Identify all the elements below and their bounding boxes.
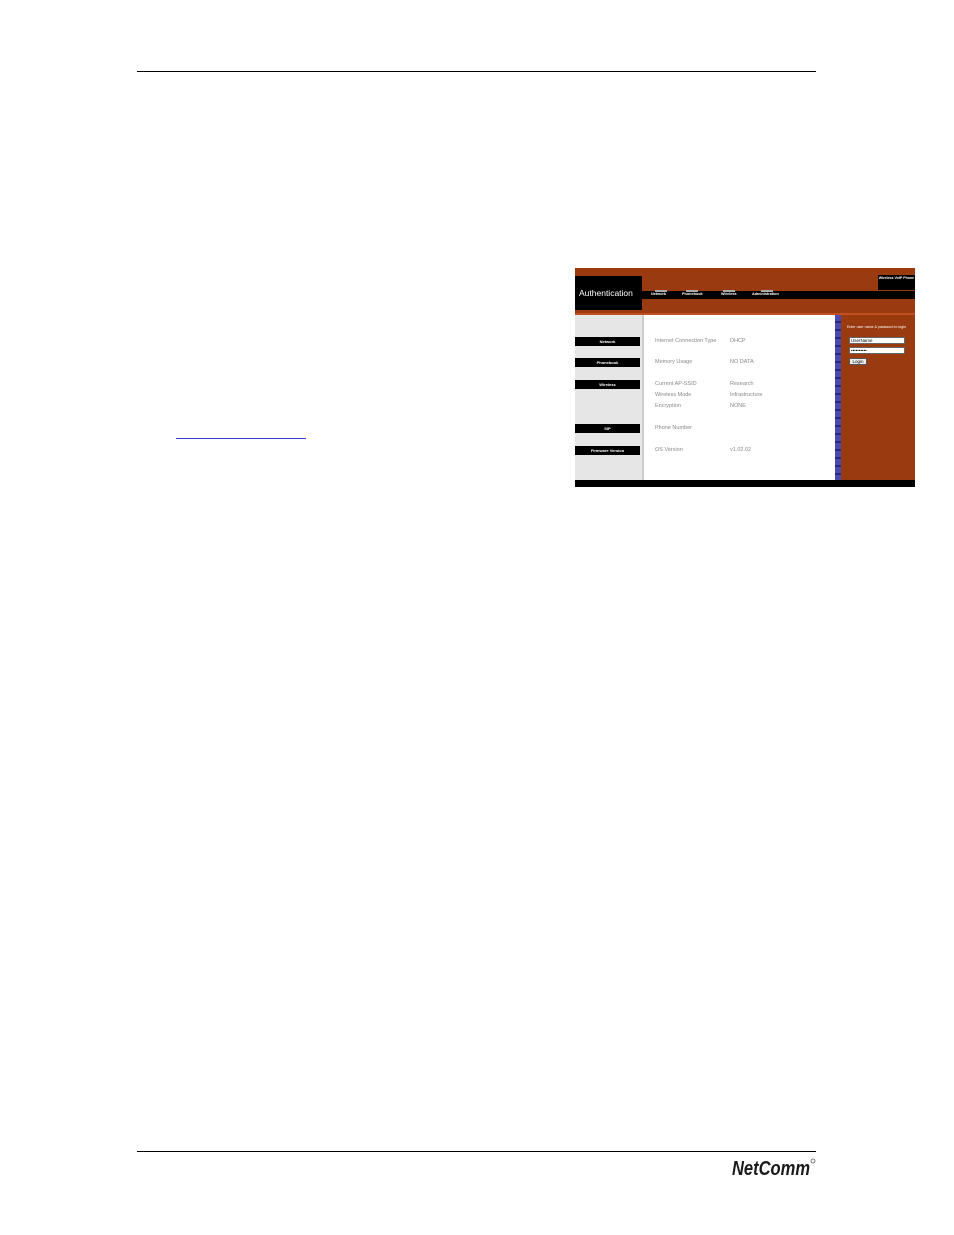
sidebar-item-firmware[interactable]: Firmware Version — [575, 446, 640, 455]
info-label: Memory Usage — [655, 359, 693, 365]
netcomm-logo: NetComm — [732, 1158, 816, 1180]
logo-text: NetComm — [732, 1158, 810, 1180]
info-label: Wireless Mode — [655, 392, 692, 398]
info-label: Current AP-SSID — [655, 381, 697, 387]
header-rule — [137, 71, 816, 72]
login-button[interactable]: Login — [849, 358, 867, 365]
username-input[interactable]: UserName — [849, 337, 905, 344]
footer-rule — [137, 1151, 816, 1152]
info-value: NONE — [730, 403, 746, 409]
sidebar-item-network[interactable]: Network — [575, 337, 640, 346]
info-label: Encryption — [655, 403, 681, 409]
info-label: OS Version — [655, 447, 683, 453]
sidebar-item-sip[interactable]: SIP — [575, 424, 640, 433]
document-link[interactable] — [176, 438, 306, 439]
nav-wireless[interactable]: Wireless — [721, 292, 737, 296]
info-value: Research — [730, 381, 754, 387]
info-label: Phone Number — [655, 425, 692, 431]
nav-administration[interactable]: Administration — [752, 292, 779, 296]
footer-bar — [575, 480, 915, 487]
sidebar-item-phonebook[interactable]: Phonebook — [575, 358, 640, 367]
product-title: Wireless VoIP Phone — [878, 276, 915, 280]
login-prompt: Enter user name & password to login — [847, 325, 906, 329]
info-value: v1.02.02 — [730, 447, 752, 453]
info-value: DHCP — [730, 338, 746, 344]
info-value: Infrastructure — [730, 392, 763, 398]
info-label: Internet Connection Type — [655, 338, 717, 344]
password-input[interactable]: •••••••••• — [849, 347, 905, 354]
embedded-screenshot: Authentication Wireless VoIP Phone Netwo… — [575, 268, 915, 487]
sidebar-item-wireless[interactable]: Wireless — [575, 380, 640, 389]
nav-phonebook[interactable]: Phonebook — [682, 292, 703, 296]
info-value: NO DATA — [730, 359, 754, 365]
nav-network[interactable]: Network — [651, 292, 666, 296]
page-title: Authentication — [579, 288, 633, 298]
